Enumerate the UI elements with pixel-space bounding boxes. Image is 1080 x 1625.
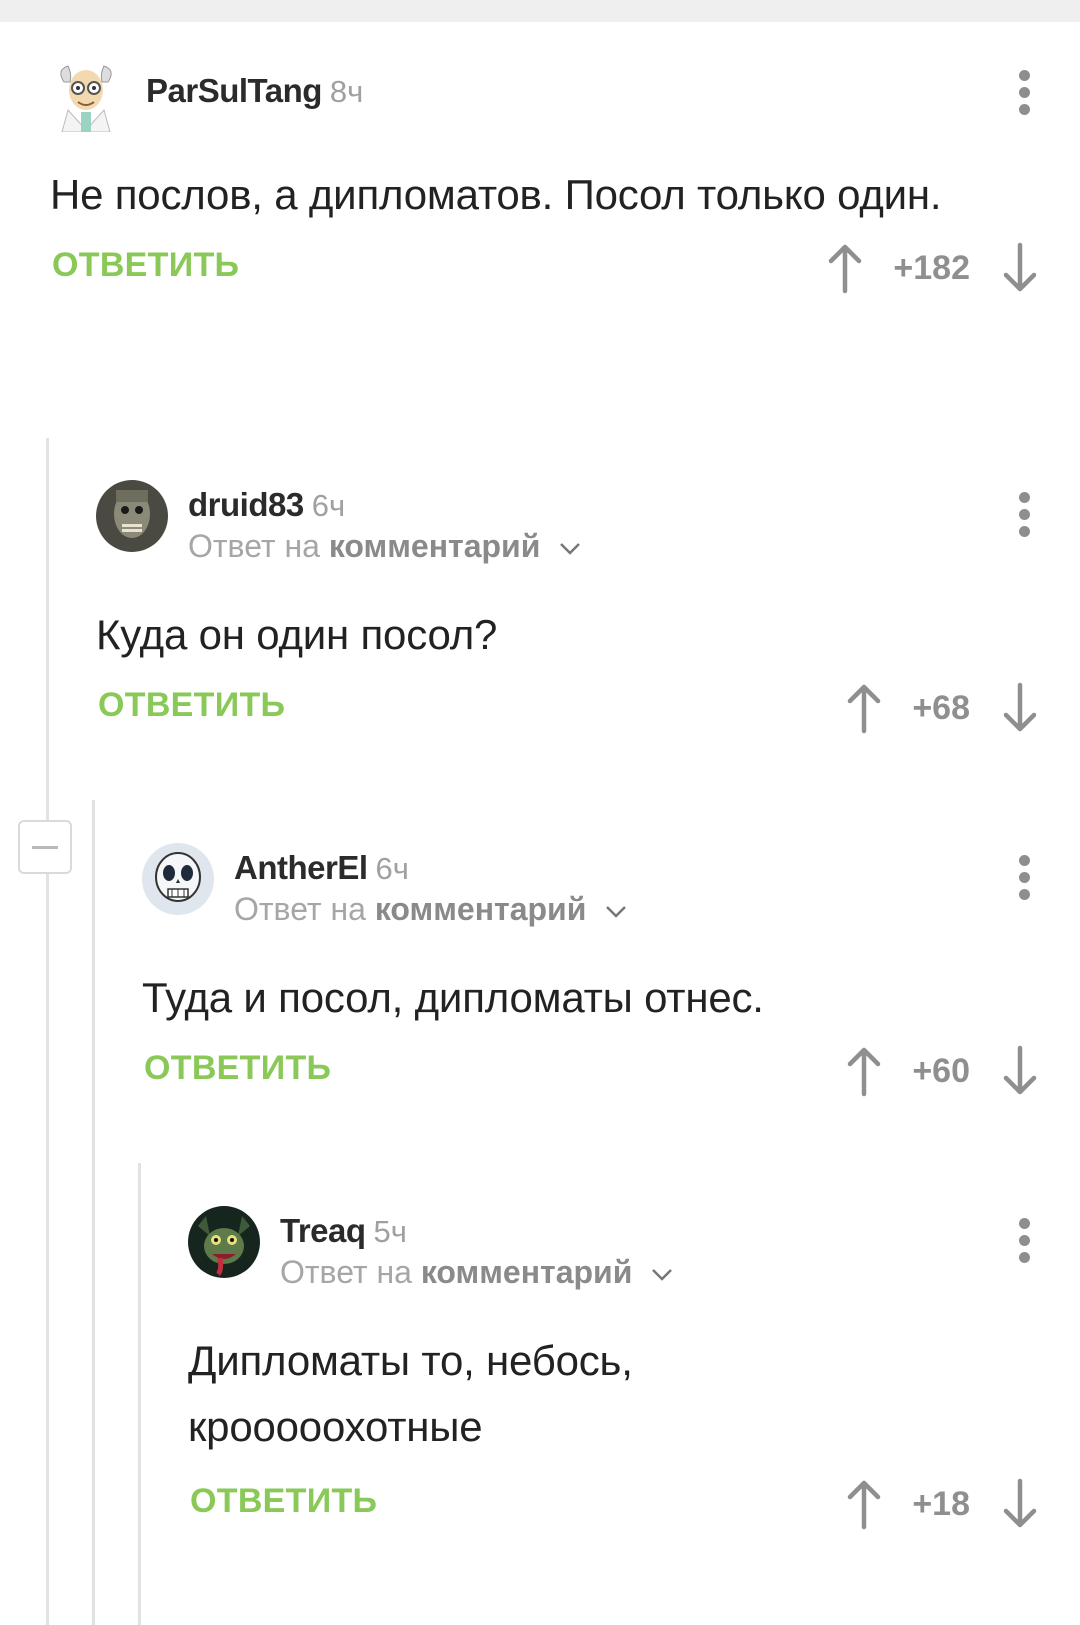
vote-controls: +60 bbox=[844, 1043, 1040, 1099]
username-text[interactable]: Treaq bbox=[280, 1212, 366, 1249]
thread-line-level-1 bbox=[46, 438, 49, 1625]
vote-score: +18 bbox=[912, 1484, 970, 1523]
avatar-creature-icon[interactable] bbox=[188, 1206, 260, 1278]
comment-actions: ОТВЕТИТЬ +60 bbox=[142, 1045, 1080, 1109]
thread-line-level-2 bbox=[92, 800, 95, 1625]
reply-to-prefix: Ответ на bbox=[234, 891, 375, 927]
comment-text: Туда и посол, дипломаты отнес. bbox=[142, 974, 764, 1021]
downvote-arrow-icon[interactable] bbox=[1000, 1044, 1040, 1098]
vote-score: +60 bbox=[912, 1051, 970, 1090]
comment-actions: ОТВЕТИТЬ +18 bbox=[188, 1478, 1080, 1542]
reply-button[interactable]: ОТВЕТИТЬ bbox=[98, 686, 285, 725]
avatar-scientist-icon[interactable] bbox=[50, 60, 122, 132]
reply-to-target[interactable]: комментарий bbox=[375, 891, 587, 927]
upvote-arrow-icon[interactable] bbox=[844, 1477, 884, 1531]
downvote-arrow-icon[interactable] bbox=[1000, 241, 1040, 295]
comment-header: ParSulTang 8ч bbox=[50, 52, 1080, 144]
username-text[interactable]: AntherEl bbox=[234, 849, 368, 886]
vote-controls: +182 bbox=[825, 240, 1040, 296]
reply-to-link[interactable]: Ответ на комментарий bbox=[280, 1254, 673, 1291]
comment-time: 6ч bbox=[311, 488, 346, 523]
chevron-down-icon[interactable] bbox=[651, 1268, 673, 1282]
username-text[interactable]: ParSulTang bbox=[146, 72, 322, 109]
thread-line-level-3 bbox=[138, 1163, 141, 1625]
vote-controls: +68 bbox=[844, 680, 1040, 736]
comment-header: Treaq 5ч Ответ на комментарий bbox=[188, 1198, 1080, 1308]
reply-to-prefix: Ответ на bbox=[280, 1254, 421, 1290]
reply-button[interactable]: ОТВЕТИТЬ bbox=[52, 246, 239, 285]
status-bar-strip bbox=[0, 0, 1080, 22]
username-text[interactable]: druid83 bbox=[188, 486, 304, 523]
chevron-down-icon[interactable] bbox=[559, 542, 581, 556]
comment-text: Куда он один посол? bbox=[96, 611, 498, 658]
reply-to-target[interactable]: комментарий bbox=[421, 1254, 633, 1290]
chevron-down-icon[interactable] bbox=[605, 905, 627, 919]
avatar-skull-icon[interactable] bbox=[142, 843, 214, 915]
more-options-icon[interactable] bbox=[1018, 70, 1032, 118]
comment: AntherEl 6ч Ответ на комментарий Туда и п… bbox=[142, 835, 1080, 1109]
more-options-icon[interactable] bbox=[1018, 855, 1032, 903]
comment-text: Дипломаты то, небось, крооооохотные bbox=[188, 1337, 633, 1450]
reply-button[interactable]: ОТВЕТИТЬ bbox=[144, 1049, 331, 1088]
upvote-arrow-icon[interactable] bbox=[844, 1044, 884, 1098]
comment: Treaq 5ч Ответ на комментарий Дипломаты т… bbox=[188, 1198, 1080, 1542]
comment-header: druid83 6ч Ответ на комментарий bbox=[96, 472, 1080, 582]
vote-score: +68 bbox=[912, 688, 970, 727]
downvote-arrow-icon[interactable] bbox=[1000, 681, 1040, 735]
vote-score: +182 bbox=[893, 248, 970, 287]
downvote-arrow-icon[interactable] bbox=[1000, 1477, 1040, 1531]
username[interactable]: ParSulTang 8ч bbox=[146, 72, 363, 110]
reply-to-link[interactable]: Ответ на комментарий bbox=[234, 891, 627, 928]
comment-time: 5ч bbox=[373, 1214, 407, 1249]
username[interactable]: druid83 6ч bbox=[188, 486, 345, 524]
comment-actions: ОТВЕТИТЬ +68 bbox=[96, 682, 1080, 746]
comment-time: 6ч bbox=[375, 851, 409, 886]
username[interactable]: AntherEl 6ч bbox=[234, 849, 409, 887]
collapse-thread-button[interactable] bbox=[18, 820, 72, 874]
comment: ParSulTang 8ч Не послов, а дипломатов. По… bbox=[50, 52, 1080, 306]
more-options-icon[interactable] bbox=[1018, 1218, 1032, 1266]
upvote-arrow-icon[interactable] bbox=[844, 681, 884, 735]
comment-time: 8ч bbox=[329, 74, 364, 109]
comment-actions: ОТВЕТИТЬ +182 bbox=[50, 242, 1080, 306]
comment-header: AntherEl 6ч Ответ на комментарий bbox=[142, 835, 1080, 945]
upvote-arrow-icon[interactable] bbox=[825, 241, 865, 295]
reply-to-prefix: Ответ на bbox=[188, 528, 329, 564]
comment: druid83 6ч Ответ на комментарий Куда он о… bbox=[96, 472, 1080, 746]
reply-button[interactable]: ОТВЕТИТЬ bbox=[190, 1482, 377, 1521]
reply-to-target[interactable]: комментарий bbox=[329, 528, 541, 564]
more-options-icon[interactable] bbox=[1018, 492, 1032, 540]
comment-text: Не послов, а дипломатов. Посол только од… bbox=[50, 171, 942, 218]
username[interactable]: Treaq 5ч bbox=[280, 1212, 407, 1250]
vote-controls: +18 bbox=[844, 1476, 1040, 1532]
avatar-monster-icon[interactable] bbox=[96, 480, 168, 552]
reply-to-link[interactable]: Ответ на комментарий bbox=[188, 528, 581, 565]
